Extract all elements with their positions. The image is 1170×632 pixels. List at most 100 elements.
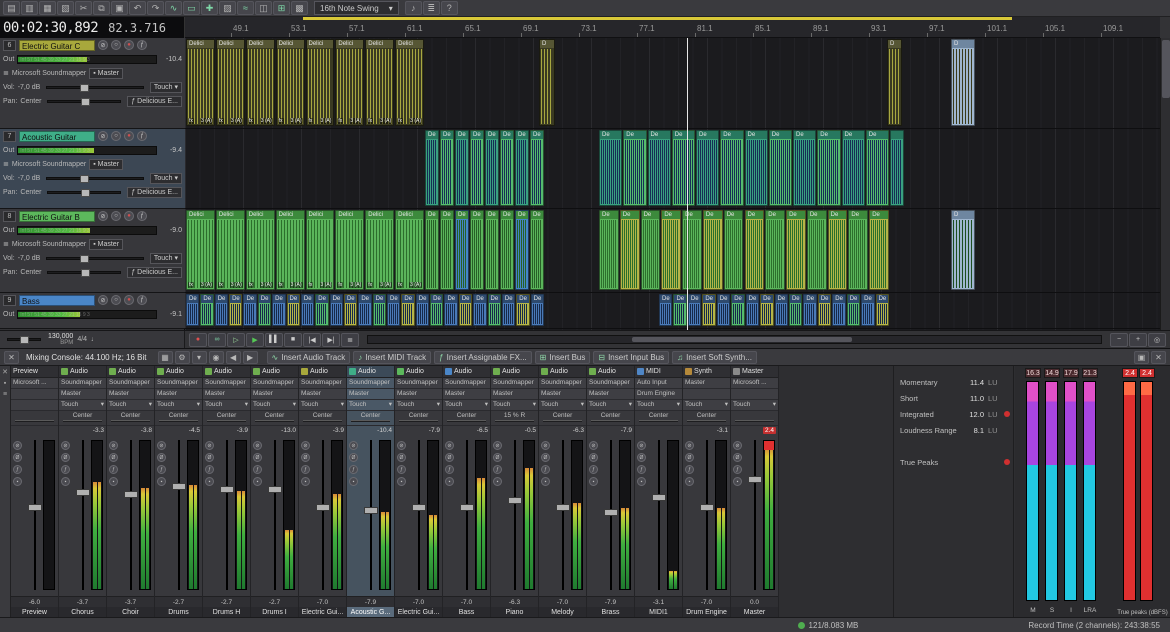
track-fx-plugin[interactable]: ƒ Delicious E... (127, 96, 182, 107)
clip-fx-badge[interactable]: fx (278, 282, 284, 288)
strip-fx-button[interactable]: ƒ (493, 465, 502, 474)
track-fx-plugin[interactable]: ƒ Delicious E... (127, 187, 182, 198)
strip-fader[interactable] (412, 504, 426, 511)
mixer-strip[interactable]: AudioSoundmapperMasterTouch▾Center-3.8⊘Ø… (107, 366, 155, 618)
audio-clip[interactable]: De (599, 210, 619, 290)
views-icon[interactable]: ▦ (158, 351, 173, 364)
audio-clip[interactable]: De (724, 210, 744, 290)
audio-clip[interactable]: De (769, 130, 792, 206)
strip-fader[interactable] (460, 504, 474, 511)
pan-slider[interactable] (47, 100, 121, 103)
strip-automation-mode[interactable]: Touch▾ (203, 400, 250, 411)
audio-clip[interactable]: De (659, 294, 672, 326)
track-header[interactable]: 9Bass⊘○●ƒOutInf 57 51 45 39 33 27 21 15 … (0, 293, 185, 329)
track-name[interactable]: Electric Guitar C (19, 40, 95, 51)
audio-clip[interactable]: De (789, 294, 802, 326)
audio-clip[interactable]: De (358, 294, 371, 326)
audio-clip[interactable]: De (401, 294, 414, 326)
strip-output-bus[interactable]: Master (59, 389, 106, 400)
arm-record-button[interactable]: ● (124, 131, 134, 141)
audio-clip[interactable]: De (531, 294, 544, 326)
envelope-tool-icon[interactable]: ≈ (237, 1, 254, 15)
strip-fader[interactable] (556, 504, 570, 511)
solo-button[interactable]: ○ (111, 211, 121, 221)
audio-clip[interactable]: De (832, 294, 845, 326)
panel-divider[interactable] (893, 366, 894, 618)
strip-pan-control[interactable]: Center (635, 411, 682, 426)
strip-phase-button[interactable]: ▪ (61, 477, 70, 486)
audio-clip[interactable]: D (539, 39, 555, 126)
strip-automation-mode[interactable]: Touch▾ (587, 400, 634, 411)
next-icon[interactable]: ▶ (243, 351, 258, 364)
audio-clip[interactable]: De (869, 210, 889, 290)
metronome-icon[interactable]: ♪ (405, 1, 422, 15)
audio-clip[interactable]: De (682, 210, 702, 290)
strip-fx-button[interactable]: ƒ (397, 465, 406, 474)
strip-mute-button[interactable]: ⊘ (445, 441, 454, 450)
menu-icon[interactable]: ≡ (3, 391, 7, 398)
loop-region-bar[interactable] (303, 17, 1012, 20)
clip-fx-badge[interactable]: fx (218, 118, 224, 124)
strip-phase-button[interactable]: ▪ (445, 477, 454, 486)
strip-solo-button[interactable]: Ø (13, 453, 22, 462)
audio-clip[interactable]: Delicifx3 (A) (276, 39, 305, 126)
scrollbar-thumb[interactable] (632, 337, 852, 342)
pause-button[interactable]: ▌▌ (265, 333, 283, 347)
mixer-strip[interactable]: AudioSoundmapperMasterTouch▾Center-13.0⊘… (251, 366, 299, 618)
strip-output-device[interactable]: Soundmapper (443, 378, 490, 389)
panel-divider[interactable] (1013, 366, 1014, 618)
arm-record-button[interactable]: ● (124, 40, 134, 50)
strip-mute-button[interactable]: ⊘ (157, 441, 166, 450)
audio-clip[interactable]: De (229, 294, 242, 326)
mixer-strip[interactable]: AudioSoundmapperMasterTouch▾Center-6.5⊘Ø… (443, 366, 491, 618)
audio-clip[interactable]: Delicifx3 (A) (186, 210, 215, 290)
strip-fader[interactable] (220, 486, 234, 493)
clip-fx-badge[interactable]: fx (337, 282, 343, 288)
scrollbar-thumb[interactable] (1162, 40, 1170, 98)
audio-clip[interactable]: De (866, 130, 889, 206)
audio-clip[interactable]: De (760, 294, 773, 326)
mixer-strip[interactable]: AudioSoundmapperMasterTouch▾Center-10.4⊘… (347, 366, 395, 618)
strip-pan-control[interactable]: Center (395, 411, 442, 426)
strip-fader[interactable] (364, 507, 378, 514)
save-project-icon[interactable]: ▦ (39, 1, 56, 15)
clip-fx-badge[interactable]: fx (367, 118, 373, 124)
audio-clip[interactable] (890, 130, 904, 206)
strip-mute-button[interactable]: ⊘ (13, 441, 22, 450)
audio-clip[interactable]: De (807, 210, 827, 290)
audio-clip[interactable]: De (803, 294, 816, 326)
mixer-strip[interactable]: AudioSoundmapperMasterTouch▾Center-7.9⊘Ø… (587, 366, 635, 618)
mixer-strip[interactable]: SynthMasterTouch▾Center-3.1⊘Øƒ▪-7.0Drum … (683, 366, 731, 618)
audio-clip[interactable]: De (516, 294, 529, 326)
strip-solo-button[interactable]: Ø (637, 453, 646, 462)
strip-output-device[interactable]: Soundmapper (299, 378, 346, 389)
strip-fx-button[interactable]: ƒ (253, 465, 262, 474)
strip-solo-button[interactable]: Ø (733, 453, 742, 462)
strip-automation-mode[interactable]: Touch▾ (491, 400, 538, 411)
solo-button[interactable]: ○ (111, 40, 121, 50)
insert-midi-track-button[interactable]: ♪Insert MIDI Track (353, 351, 431, 364)
pan-slider[interactable] (47, 271, 121, 274)
zoom-out-button[interactable]: − (1110, 333, 1128, 347)
audio-clip[interactable]: Delicifx3 (A) (276, 210, 305, 290)
master-bus-button[interactable]: ▪ Master (89, 159, 123, 170)
strip-automation-mode[interactable]: Touch▾ (731, 400, 778, 411)
strip-pan-control[interactable] (731, 411, 778, 426)
strip-fx-button[interactable]: ƒ (301, 465, 310, 474)
audio-clip[interactable]: De (599, 130, 622, 206)
audio-clip[interactable]: De (444, 294, 457, 326)
audio-clip[interactable]: De (702, 294, 715, 326)
pan-slider[interactable] (47, 191, 121, 194)
clip-fx-badge[interactable]: fx (278, 118, 284, 124)
strip-fx-button[interactable]: ƒ (349, 465, 358, 474)
audio-clip[interactable]: De (470, 130, 484, 206)
audio-clip[interactable]: De (530, 130, 544, 206)
audio-clip[interactable]: De (765, 210, 785, 290)
insert-assignable-fx-button[interactable]: ƒInsert Assignable FX... (434, 351, 532, 364)
strip-pan-control[interactable]: Center (347, 411, 394, 426)
audio-clip[interactable]: Delicifx3 (A) (246, 39, 275, 126)
volume-slider-thumb[interactable] (80, 175, 89, 183)
prev-icon[interactable]: ◀ (226, 351, 241, 364)
strip-pan-control[interactable]: 15 % R (491, 411, 538, 426)
strip-pan-control[interactable]: Center (107, 411, 154, 426)
